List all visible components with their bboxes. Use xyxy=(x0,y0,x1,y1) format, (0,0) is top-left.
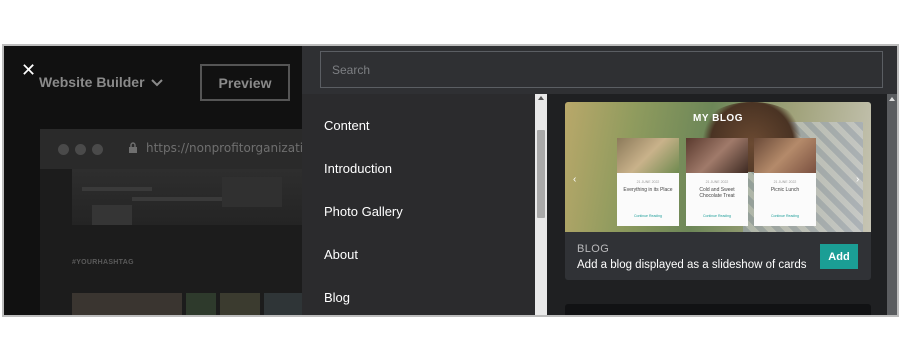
site-thumbnail xyxy=(186,293,216,315)
search-bar xyxy=(302,46,897,94)
site-url: https://nonprofitorganization xyxy=(146,141,319,155)
category-item-content[interactable]: Content xyxy=(324,118,370,133)
site-preview-window: https://nonprofitorganization #YOURHASHT… xyxy=(40,129,318,315)
scroll-up-icon[interactable] xyxy=(538,96,544,100)
preview-button[interactable]: Preview xyxy=(200,64,290,101)
category-item-blog[interactable]: Blog xyxy=(324,290,350,305)
blog-preview-post: 21 JUNE 2022 Picnic Lunch Continue Readi… xyxy=(754,138,816,226)
site-thumbnail xyxy=(264,293,304,315)
scroll-up-icon[interactable] xyxy=(889,97,895,101)
site-hero-image xyxy=(72,169,310,225)
category-item-introduction[interactable]: Introduction xyxy=(324,161,392,176)
section-category-list: Content Introduction Photo Gallery About… xyxy=(302,94,535,315)
blog-preview-post: 21 JUNE 2022 Everything in its Place Con… xyxy=(617,138,679,226)
blog-preview-post: 21 JUNE 2022 Cold and Sweet Chocolate Tr… xyxy=(686,138,748,226)
site-thumbnail xyxy=(220,293,260,315)
card-type-label: BLOG xyxy=(577,243,610,255)
builder-background: ✕ Website Builder Preview https://nonpro… xyxy=(4,46,318,315)
next-section-card[interactable] xyxy=(565,304,871,315)
add-blog-button[interactable]: Add xyxy=(820,244,858,269)
window-dot-icon xyxy=(58,144,69,155)
app-frame: ✕ Website Builder Preview https://nonpro… xyxy=(2,44,899,317)
window-dot-icon xyxy=(75,144,86,155)
site-title-dropdown[interactable]: Website Builder xyxy=(39,74,163,90)
chevron-left-icon: ‹ xyxy=(573,174,577,185)
window-dot-icon xyxy=(92,144,103,155)
close-icon[interactable]: ✕ xyxy=(21,60,36,81)
browser-address-bar: https://nonprofitorganization xyxy=(40,129,318,169)
category-item-about[interactable]: About xyxy=(324,247,358,262)
category-item-photo-gallery[interactable]: Photo Gallery xyxy=(324,204,403,219)
blog-section-card[interactable]: MY BLOG 21 JUNE 2022 Everything in its P… xyxy=(565,102,871,280)
options-scrollbar[interactable] xyxy=(887,94,897,315)
scrollbar-thumb[interactable] xyxy=(537,130,545,218)
search-input[interactable] xyxy=(320,51,883,88)
site-thumbnail xyxy=(72,293,182,315)
card-description: Add a blog displayed as a slideshow of c… xyxy=(577,259,807,271)
blog-preview-heading: MY BLOG xyxy=(693,113,743,124)
chevron-right-icon: › xyxy=(856,174,860,185)
add-section-panel: Content Introduction Photo Gallery About… xyxy=(302,46,897,315)
site-hashtag: #YOURHASHTAG xyxy=(72,259,134,266)
lock-icon xyxy=(129,142,137,153)
site-title-label: Website Builder xyxy=(39,74,145,90)
section-options-list: MY BLOG 21 JUNE 2022 Everything in its P… xyxy=(547,94,887,315)
blog-preview-image: MY BLOG 21 JUNE 2022 Everything in its P… xyxy=(565,102,871,232)
chevron-down-icon xyxy=(150,78,163,86)
category-scrollbar[interactable] xyxy=(535,94,547,315)
